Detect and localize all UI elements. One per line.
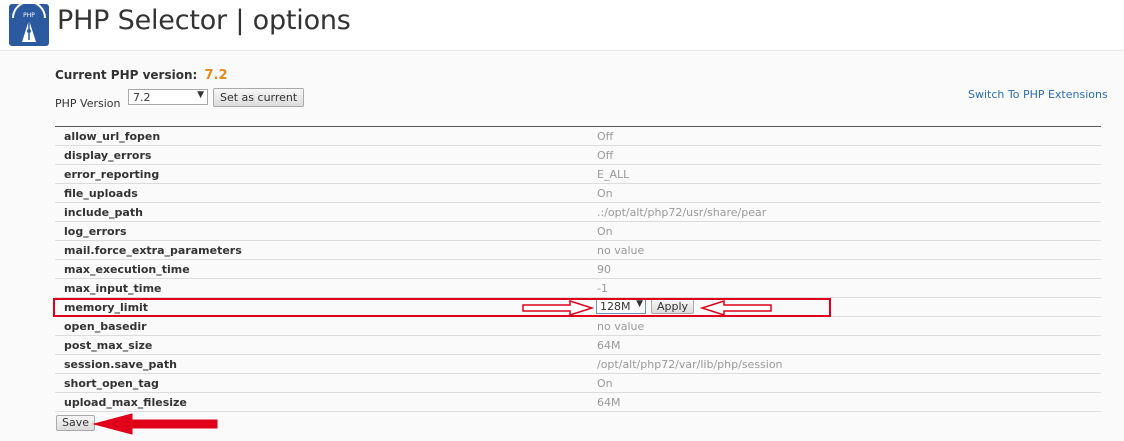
option-value[interactable]: /opt/alt/php72/var/lib/php/session — [597, 358, 783, 371]
option-name: allow_url_fopen — [64, 130, 161, 143]
option-name: file_uploads — [64, 187, 138, 200]
option-name: max_execution_time — [64, 263, 190, 276]
option-row-mail-force-extra-parameters: mail.force_extra_parameters no value — [55, 241, 1101, 260]
option-value[interactable]: On — [597, 187, 613, 200]
option-row-log-errors: log_errors On — [55, 222, 1101, 241]
option-row-memory-limit: memory_limit 128M ▼ Apply — [55, 298, 1101, 317]
current-version-value: 7.2 — [204, 68, 228, 83]
option-value[interactable]: no value — [597, 244, 644, 257]
page-title: PHP Selector | options — [57, 5, 351, 36]
annotation-arrow-save-icon — [92, 413, 218, 435]
chevron-down-icon: ▼ — [636, 299, 643, 309]
option-name: include_path — [64, 206, 143, 219]
option-value[interactable]: On — [597, 225, 613, 238]
option-name: post_max_size — [64, 339, 153, 352]
option-value[interactable]: -1 — [597, 282, 608, 295]
option-name: open_basedir — [64, 320, 147, 333]
option-row-error-reporting: error_reporting E_ALL — [55, 165, 1101, 184]
option-row-session-save-path: session.save_path /opt/alt/php72/var/lib… — [55, 355, 1101, 374]
apply-button[interactable]: Apply — [651, 299, 695, 314]
php-version-select[interactable]: 7.2 ▼ — [128, 89, 208, 105]
page-header: PHP PHP Selector | options — [0, 0, 1124, 51]
option-name: upload_max_filesize — [64, 396, 187, 409]
option-row-include-path: include_path .:/opt/alt/php72/usr/share/… — [55, 203, 1101, 222]
option-name: short_open_tag — [64, 377, 159, 390]
option-row-short-open-tag: short_open_tag On — [55, 374, 1101, 393]
option-row-allow-url-fopen: allow_url_fopen Off — [55, 127, 1101, 146]
option-value[interactable]: 64M — [597, 339, 621, 352]
option-row-file-uploads: file_uploads On — [55, 184, 1101, 203]
page: PHP PHP Selector | options Current PHP v… — [0, 0, 1124, 441]
option-value[interactable]: 90 — [597, 263, 611, 276]
option-name: display_errors — [64, 149, 152, 162]
option-name: log_errors — [64, 225, 127, 238]
php-version-selected: 7.2 — [133, 91, 151, 104]
option-name: error_reporting — [64, 168, 160, 181]
chevron-down-icon: ▼ — [197, 90, 204, 100]
option-value[interactable]: E_ALL — [597, 168, 629, 181]
option-value[interactable]: .:/opt/alt/php72/usr/share/pear — [597, 206, 766, 219]
memory-limit-selected: 128M — [600, 300, 631, 313]
options-table: allow_url_fopen Off display_errors Off e… — [55, 126, 1101, 412]
option-value[interactable]: Off — [597, 130, 613, 143]
option-row-post-max-size: post_max_size 64M — [55, 336, 1101, 355]
option-value[interactable]: 64M — [597, 396, 621, 409]
option-row-max-input-time: max_input_time -1 — [55, 279, 1101, 298]
option-value[interactable]: no value — [597, 320, 644, 333]
memory-limit-select[interactable]: 128M ▼ — [596, 299, 646, 314]
php-selector-logo-icon: PHP — [9, 4, 49, 46]
option-name: memory_limit — [64, 301, 149, 314]
option-row-display-errors: display_errors Off — [55, 146, 1101, 165]
option-row-upload-max-filesize: upload_max_filesize 64M — [55, 393, 1101, 412]
option-row-max-execution-time: max_execution_time 90 — [55, 260, 1101, 279]
current-php-version: Current PHP version: 7.2 — [55, 68, 228, 83]
svg-text:PHP: PHP — [23, 12, 35, 19]
php-version-label: PHP Version — [55, 97, 121, 110]
option-name: max_input_time — [64, 282, 162, 295]
switch-to-php-extensions-link[interactable]: Switch To PHP Extensions — [968, 88, 1108, 101]
current-version-label: Current PHP version: — [55, 68, 198, 82]
set-as-current-button[interactable]: Set as current — [213, 88, 305, 107]
option-name: session.save_path — [64, 358, 177, 371]
option-value[interactable]: Off — [597, 149, 613, 162]
option-row-open-basedir: open_basedir no value — [55, 317, 1101, 336]
option-name: mail.force_extra_parameters — [64, 244, 242, 257]
save-button[interactable]: Save — [56, 415, 96, 431]
option-value[interactable]: On — [597, 377, 613, 390]
